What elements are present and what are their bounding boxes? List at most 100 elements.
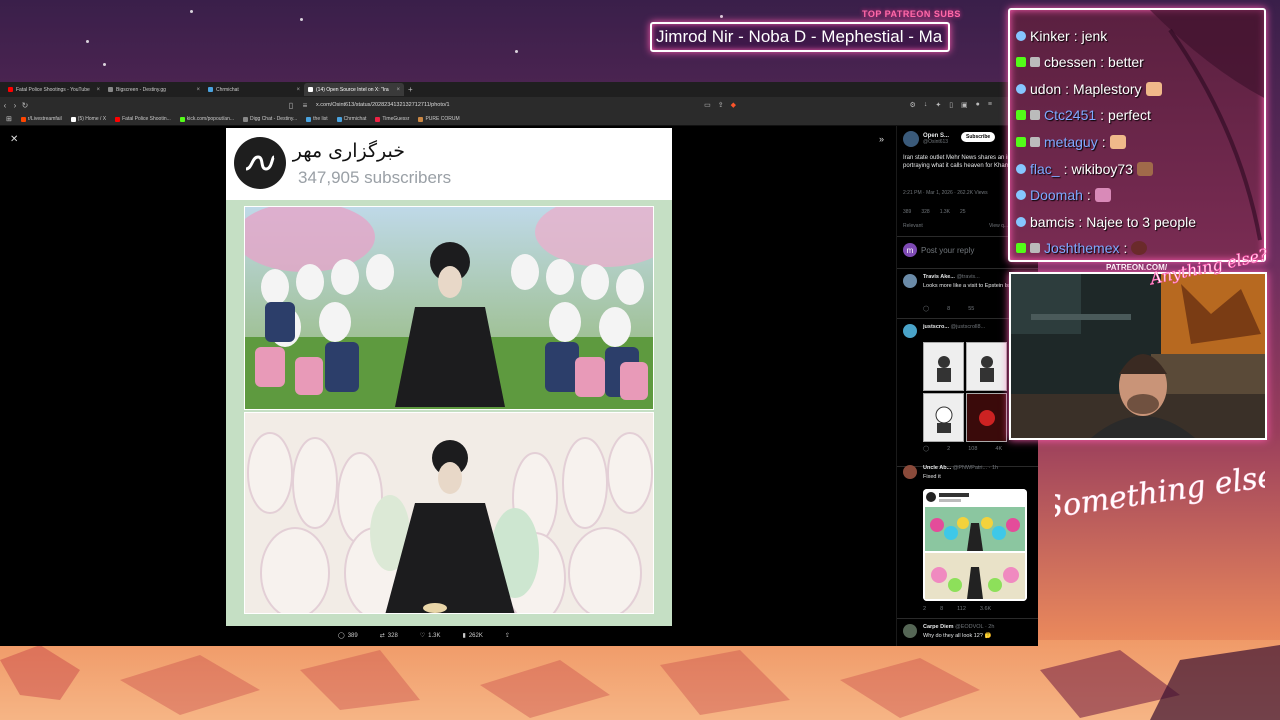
like-count[interactable]: 112 — [957, 606, 966, 612]
bookmark-label: (5) Home / X — [77, 116, 107, 122]
view-count[interactable]: 4K — [995, 446, 1002, 452]
bookmark-item[interactable]: kick.com/popout/an... — [179, 116, 234, 122]
reply-handle: @PNWPatri... · 1h — [952, 465, 999, 471]
tab-fatal-police[interactable]: Fatal Police Shootings - YouTube × — [4, 83, 104, 96]
folder-icon — [306, 116, 312, 122]
channel-header: خبرگزاری مهر 347,905 subscribers — [226, 128, 672, 200]
close-icon[interactable]: ✕ — [10, 134, 18, 145]
chat-username[interactable]: cbessen — [1044, 54, 1096, 70]
reply-count[interactable]: 2 — [923, 606, 926, 612]
repost-button[interactable]: ⇄ 328 — [380, 632, 398, 640]
reddit-icon — [20, 116, 26, 122]
tab-bigscreen[interactable]: Bigscreen - Destiny.gg × — [104, 83, 204, 96]
repost-count[interactable]: 2 — [947, 446, 950, 452]
chat-message: Joshthemex: — [1016, 240, 1148, 256]
repost-count[interactable]: 8 — [940, 606, 943, 612]
repost-count[interactable]: 8 — [947, 306, 950, 312]
like-count[interactable]: 55 — [968, 306, 974, 312]
bookmark-item[interactable]: Digg Chat - Destiny... — [243, 116, 297, 122]
meme-image-grid[interactable] — [923, 342, 1007, 442]
site-info-icon[interactable]: ≡ — [300, 101, 310, 110]
profile-icon[interactable]: ● — [976, 101, 980, 109]
like-count[interactable]: 108 — [968, 446, 977, 452]
screen-icon[interactable]: ▭ — [704, 101, 711, 109]
chat-message: Kinker: jenk — [1016, 28, 1107, 44]
reply-icon[interactable]: ◯ — [923, 306, 929, 312]
like-count[interactable]: 1.3K — [940, 209, 950, 215]
reply-item[interactable]: Carpe Diem @EODVOL · 2h Why do they all … — [903, 624, 1035, 646]
new-tab-button[interactable]: + — [408, 85, 413, 94]
folder-icon — [418, 116, 424, 122]
fixed-image-card[interactable] — [923, 489, 1027, 601]
repost-count[interactable]: 328 — [921, 209, 929, 215]
bookmark-item[interactable]: (5) Home / X — [70, 116, 107, 122]
puzzle-icon[interactable]: ✦ — [935, 101, 941, 109]
download-icon[interactable]: ↓ — [924, 101, 928, 109]
back-icon[interactable]: ‹ — [0, 101, 10, 110]
chat-username[interactable]: Doomah — [1030, 187, 1083, 203]
media-image[interactable]: خبرگزاری مهر 347,905 subscribers — [226, 128, 672, 626]
collapse-panel-icon[interactable]: » — [879, 134, 884, 144]
reply-composer[interactable]: m Post your reply — [903, 243, 974, 257]
digg-icon — [243, 116, 249, 122]
reply-button[interactable]: ◯ 389 — [338, 632, 358, 640]
tab-chrmichat[interactable]: Chrmichat × — [204, 83, 304, 96]
reply-icon[interactable]: ◯ — [923, 446, 929, 452]
emote-icon — [1094, 188, 1111, 202]
chat-username[interactable]: Ctc2451 — [1044, 107, 1096, 123]
bookmark-icon[interactable]: ▯ — [286, 101, 296, 110]
reply-count[interactable]: 389 — [903, 209, 911, 215]
bookmark-item[interactable]: Fatal Police Shootin... — [115, 116, 171, 122]
view-quotes-link[interactable]: View q... — [989, 223, 1008, 229]
close-icon[interactable]: × — [96, 87, 100, 93]
background-pattern — [0, 640, 1280, 720]
bookmark-item[interactable]: PURE CORUM — [418, 116, 460, 122]
neon-sign: Something else — [1055, 459, 1265, 527]
chat-username[interactable]: metaguy — [1044, 134, 1098, 150]
bookmark-item[interactable]: the list — [306, 116, 328, 122]
bookmark-item[interactable]: Chrmichat — [336, 116, 366, 122]
views-button[interactable]: ▮ 262K — [463, 632, 483, 640]
reload-icon[interactable]: ↻ — [20, 101, 30, 110]
apps-icon[interactable]: ⊞ — [6, 115, 12, 123]
shield-icon[interactable]: ◆ — [731, 101, 736, 109]
avatar[interactable] — [903, 131, 919, 147]
url-input[interactable]: x.com/Osint613/status/202823413213271271… — [316, 102, 450, 108]
close-icon[interactable]: × — [396, 87, 400, 93]
bookmark-item[interactable]: TimeGuessr — [375, 116, 409, 122]
photo-collage — [226, 200, 672, 626]
neon-sign-small: Anything else? — [1150, 248, 1270, 288]
chat-username[interactable]: Joshthemex — [1044, 240, 1119, 256]
bookmark-count[interactable]: 25 — [960, 209, 966, 215]
reply-input[interactable]: Post your reply — [921, 246, 974, 255]
wallet-icon[interactable]: ▣ — [961, 101, 968, 109]
chat-username[interactable]: udon — [1030, 81, 1061, 97]
photo-indoor — [244, 412, 654, 614]
badge-icon — [1016, 217, 1026, 227]
like-button[interactable]: ♡ 1.3K — [420, 632, 441, 640]
chat-message: flac_: wikiboy73 — [1016, 161, 1153, 177]
view-count[interactable]: 3.6K — [980, 606, 991, 612]
forward-icon[interactable]: › — [10, 101, 20, 110]
chat-username[interactable]: flac_ — [1030, 161, 1060, 177]
bookmark-item[interactable]: r/Livestreamfail — [20, 116, 62, 122]
sort-relevant[interactable]: Relevant — [903, 223, 923, 229]
chat-username[interactable]: bamcis — [1030, 214, 1074, 230]
sidebar-icon[interactable]: ▯ — [949, 101, 953, 109]
share-icon[interactable]: ⇪ — [718, 101, 724, 109]
chat-colon: : — [1065, 81, 1070, 97]
extension-icon[interactable]: ⚙ — [910, 101, 916, 109]
emote-icon — [1109, 135, 1126, 149]
chat-message: bamcis: Najee to 3 people — [1016, 214, 1196, 230]
tweet-author[interactable]: Open S... @Osint613 — [903, 131, 949, 147]
reply-handle: @travis... — [956, 274, 980, 280]
close-icon[interactable]: × — [196, 87, 200, 93]
chat-text: wikiboy73 — [1071, 161, 1133, 177]
close-icon[interactable]: × — [296, 87, 300, 93]
share-button[interactable]: ⇪ — [505, 632, 510, 639]
chat-username[interactable]: Kinker — [1030, 28, 1070, 44]
subscribe-button[interactable]: Subscribe — [961, 132, 996, 142]
tab-osint[interactable]: (14) Open Source Intel on X: "Ira × — [304, 83, 404, 96]
address-bar: ‹ › ↻ ▯ ≡ x.com/Osint613/status/20282341… — [0, 97, 1038, 113]
menu-icon[interactable]: ≡ — [988, 101, 992, 109]
